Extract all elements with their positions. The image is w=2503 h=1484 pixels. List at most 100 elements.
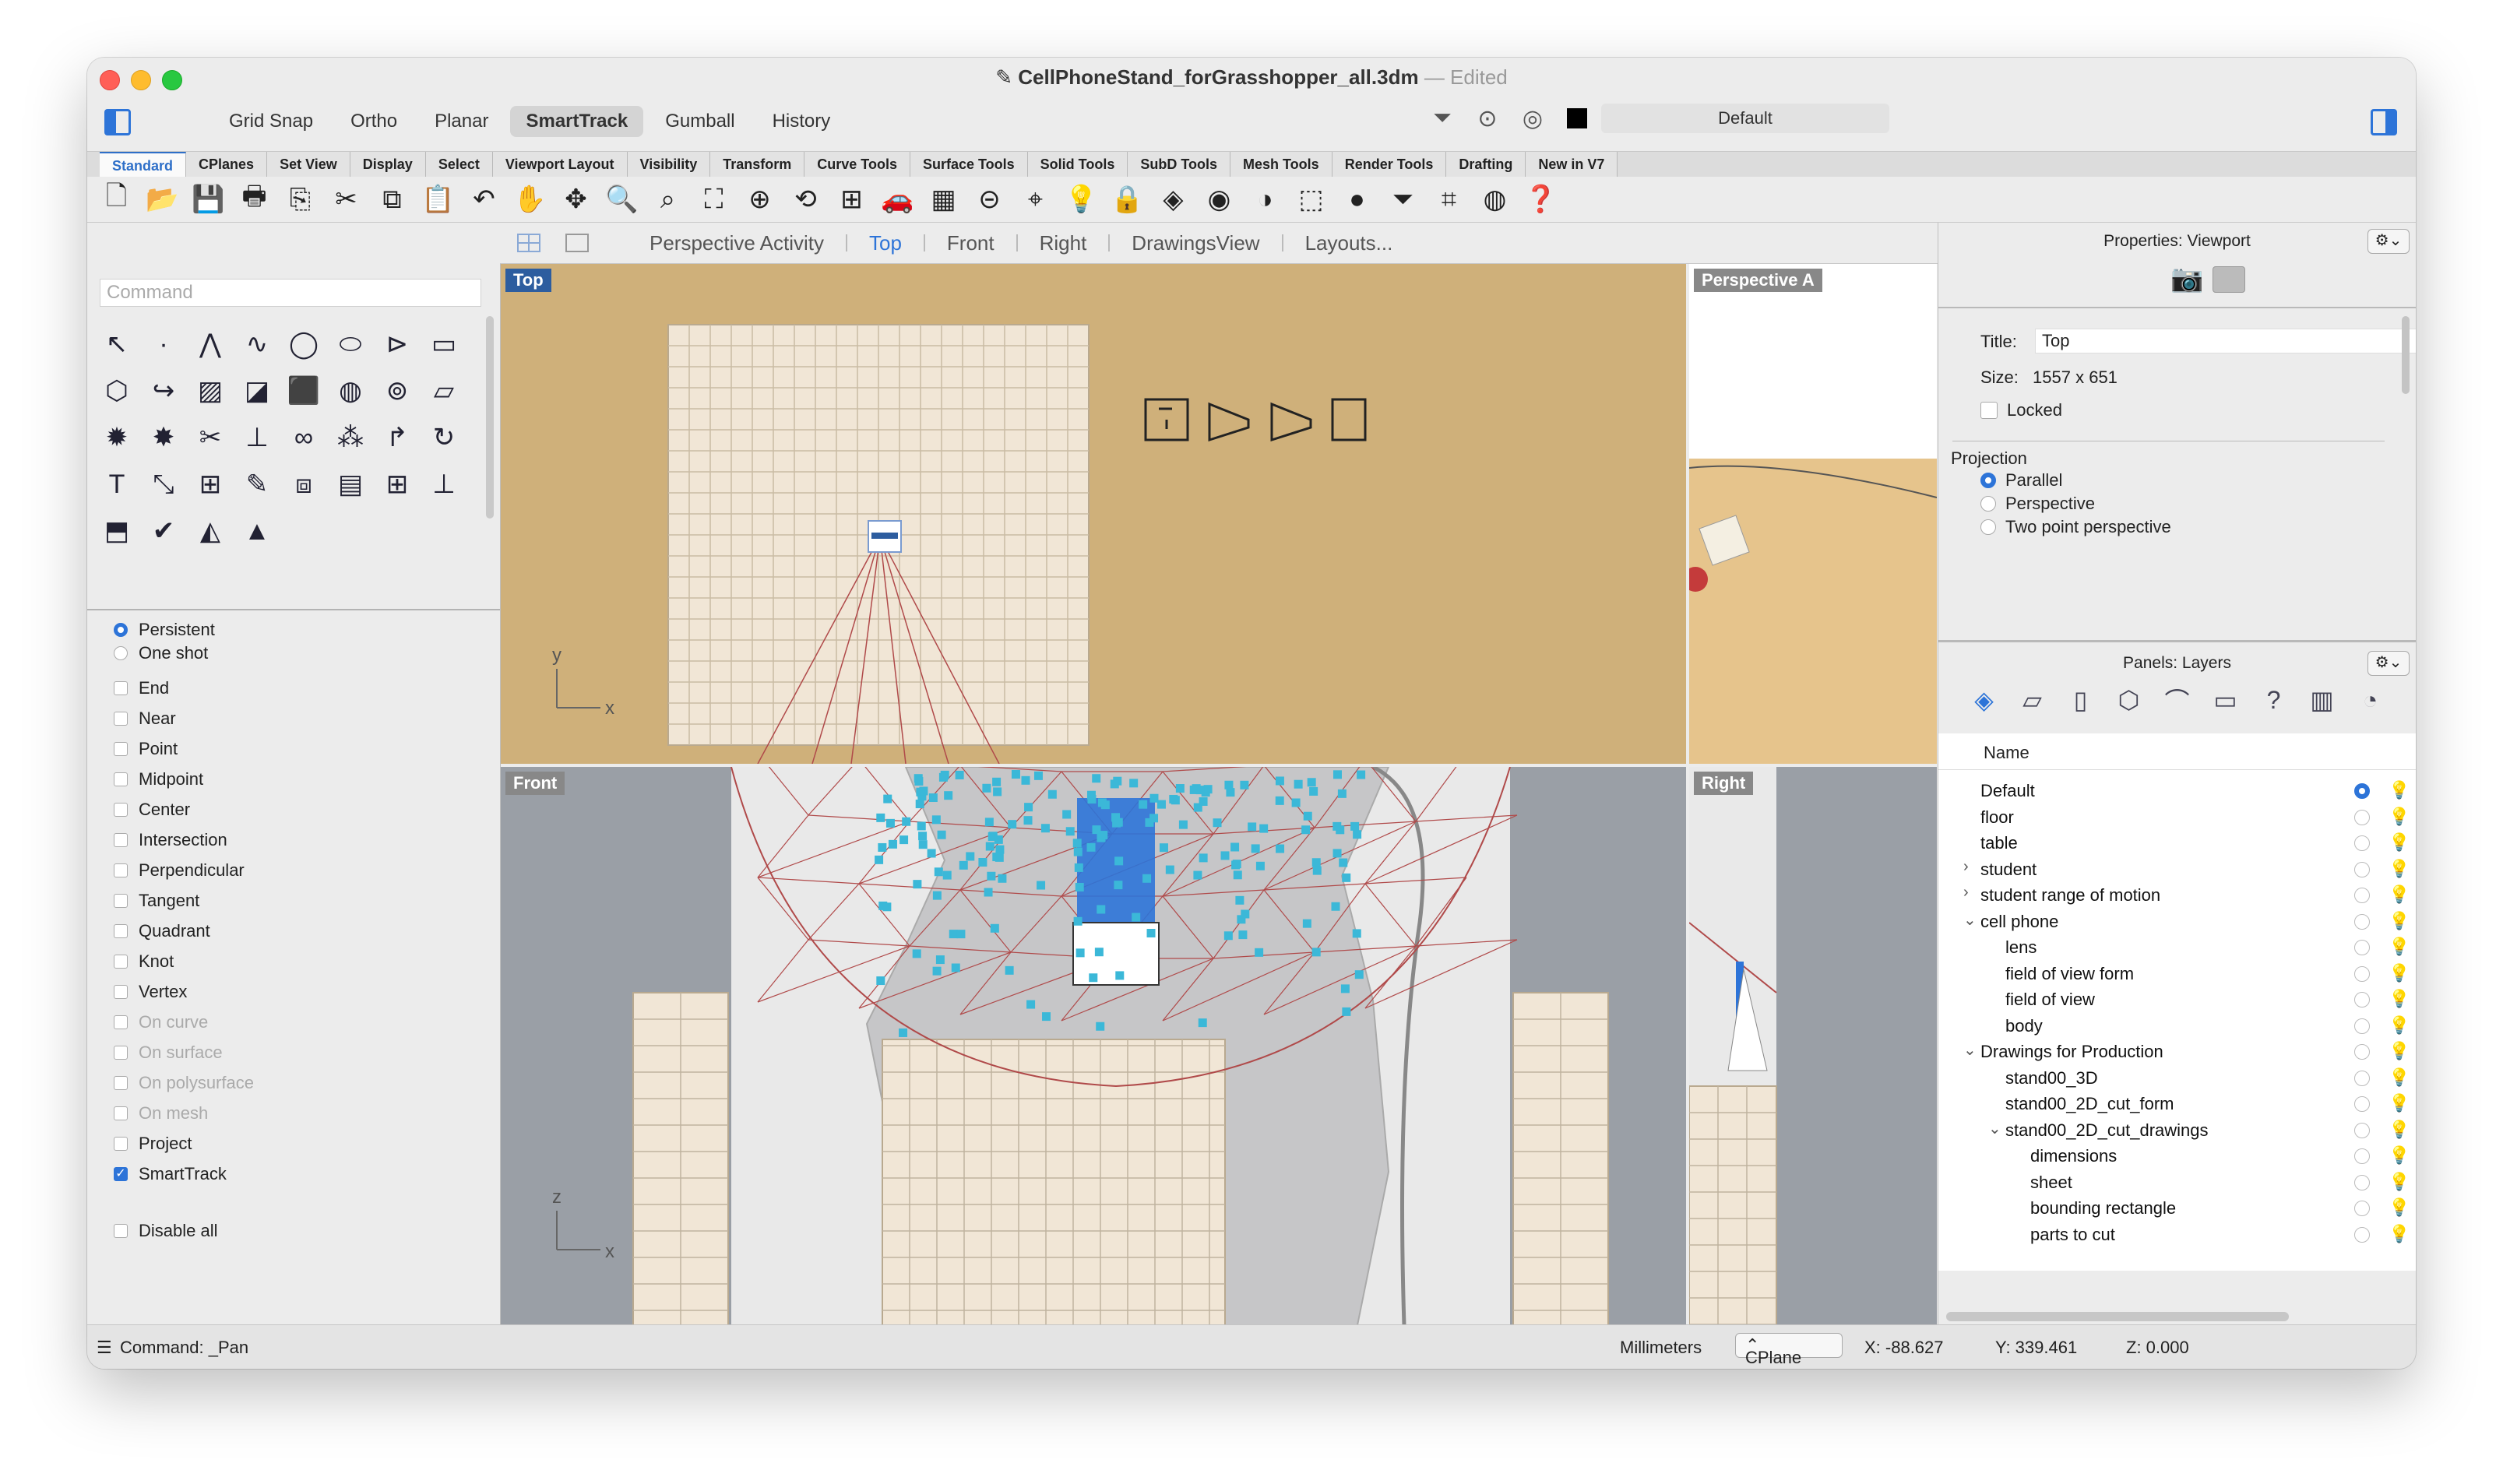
layers-icon[interactable]: ◈	[1966, 682, 2002, 718]
osnap-intersection[interactable]: Intersection	[114, 825, 254, 855]
projection-two-point-perspective[interactable]: Two point perspective	[1980, 515, 2171, 539]
lightbulb-icon[interactable]: 💡	[2389, 1224, 2410, 1244]
light-icon[interactable]: 💡	[1060, 180, 1103, 219]
lightbulb-icon[interactable]: 💡	[2389, 832, 2410, 853]
tab-mesh-tools[interactable]: Mesh Tools	[1230, 152, 1332, 177]
projection-perspective[interactable]: Perspective	[1980, 492, 2171, 515]
edit-icon[interactable]: ✎	[234, 461, 280, 508]
linetype-icon[interactable]: ⌒	[2160, 682, 2195, 718]
osnap-mode-radio[interactable]	[114, 623, 128, 637]
open-icon[interactable]: 📂	[141, 180, 184, 219]
layer-row-stand00-2d-cut-drawings[interactable]: ⌄stand00_2D_cut_drawings💡🔓	[1938, 1117, 2416, 1143]
boolean-icon[interactable]: ◍	[327, 367, 374, 414]
front-viewport[interactable]: x z Front	[501, 767, 1686, 1325]
osnap-knot[interactable]: Knot	[114, 946, 254, 976]
layer-row-parts-to-cut[interactable]: parts to cut💡🔓	[1938, 1221, 2416, 1247]
zoom-selected-icon[interactable]: ⊕	[738, 180, 781, 219]
osnap-mode-persistent[interactable]: Persistent	[114, 618, 254, 642]
tab-transform[interactable]: Transform	[710, 152, 805, 177]
mode-planar[interactable]: Planar	[419, 106, 504, 137]
tab-render-tools[interactable]: Render Tools	[1332, 152, 1447, 177]
lightbulb-icon[interactable]: 💡	[2389, 1145, 2410, 1166]
sidebar-scrollbar[interactable]	[486, 316, 494, 519]
tab-drafting[interactable]: Drafting	[1446, 152, 1526, 177]
title-field[interactable]: Top	[2035, 329, 2416, 353]
top-viewport[interactable]: x y Top	[501, 264, 1686, 764]
layer-name[interactable]: bounding rectangle	[2030, 1198, 2176, 1218]
transform-icon[interactable]: ⌗	[1428, 180, 1470, 219]
command-history-icon[interactable]: ☰	[97, 1338, 112, 1358]
help-icon[interactable]: ❓	[1519, 180, 1562, 219]
fillet-icon[interactable]: ↪	[140, 367, 187, 414]
lightbulb-icon[interactable]: 💡	[2389, 884, 2410, 905]
clipping-icon[interactable]: ⬒	[93, 508, 140, 554]
projection-radio[interactable]	[1980, 473, 1996, 488]
current-layer-color[interactable]	[1567, 108, 1587, 128]
current-layer-radio[interactable]	[2354, 1122, 2370, 1138]
name-column[interactable]: Name	[1984, 743, 2030, 763]
layer-name[interactable]: field of view form	[2005, 964, 2134, 984]
four-viewport-layout-icon[interactable]	[517, 234, 540, 252]
collapse-icon[interactable]: ⌄	[1963, 1040, 1977, 1060]
import-icon[interactable]: ⎘	[279, 180, 322, 219]
expand-icon[interactable]: ›	[1963, 858, 1969, 876]
color-wheel-icon[interactable]: ◉	[1198, 180, 1241, 219]
polyline-icon[interactable]: ⋀	[187, 321, 234, 367]
layer-name[interactable]: body	[2005, 1016, 2043, 1036]
check-icon[interactable]: ✔	[140, 508, 187, 554]
display-icon[interactable]: ▭	[2208, 682, 2244, 718]
tab-viewport-layout[interactable]: Viewport Layout	[492, 152, 628, 177]
collapse-icon[interactable]: ⌄	[1988, 1119, 2001, 1138]
osnap-checkbox[interactable]	[114, 1136, 128, 1151]
current-layer-radio[interactable]	[2354, 1044, 2370, 1060]
osnap-point[interactable]: Point	[114, 733, 254, 764]
array-icon[interactable]: ⊞	[187, 461, 234, 508]
layer-name[interactable]: table	[1980, 833, 2018, 853]
tab-set-view[interactable]: Set View	[267, 152, 350, 177]
osnap-perpendicular[interactable]: Perpendicular	[114, 855, 254, 885]
right-sidebar-toggle-icon[interactable]	[2371, 109, 2397, 135]
text-icon[interactable]: T	[93, 461, 140, 508]
osnap-mode-one-shot[interactable]: One shot	[114, 642, 254, 665]
mode-smarttrack[interactable]: SmartTrack	[510, 106, 644, 137]
layer-name[interactable]: dimensions	[2030, 1146, 2117, 1166]
tab-subd-tools[interactable]: SubD Tools	[1128, 152, 1231, 177]
trim-icon[interactable]: ✂	[187, 414, 234, 461]
analyze-icon[interactable]: ◭	[187, 508, 234, 554]
perspective-viewport[interactable]: Perspective A	[1689, 264, 1937, 764]
viewport-tab-perspective-activity[interactable]: Perspective Activity	[628, 233, 846, 253]
save-icon[interactable]: 💾	[187, 180, 230, 219]
command-input[interactable]: Command	[100, 279, 481, 307]
lightbulb-icon[interactable]: 💡	[2389, 1120, 2410, 1140]
units-label[interactable]: Millimeters	[1620, 1338, 1702, 1358]
layer-name[interactable]: stand00_3D	[2005, 1068, 2098, 1088]
osnap-mode-radio[interactable]	[114, 646, 128, 660]
layer-row-floor[interactable]: floor💡🔓	[1938, 804, 2416, 830]
undo-icon[interactable]: ↶	[463, 180, 505, 219]
mode-history[interactable]: History	[757, 106, 847, 137]
gear-tool-icon[interactable]: ✹	[93, 414, 140, 461]
osnap-checkbox[interactable]	[114, 893, 128, 908]
layer-name[interactable]: Drawings for Production	[1980, 1042, 2163, 1062]
collapse-icon[interactable]: ⌄	[1963, 910, 1977, 930]
current-layer-radio[interactable]	[2354, 1148, 2370, 1164]
left-sidebar-toggle-icon[interactable]	[104, 109, 131, 135]
locked-checkbox[interactable]	[1980, 402, 1998, 419]
lightbulb-icon[interactable]: 💡	[2389, 989, 2410, 1009]
osnap-checkbox[interactable]	[114, 832, 128, 847]
record-history-icon[interactable]: ◎	[1517, 103, 1548, 134]
lightbulb-icon[interactable]: 💡	[2389, 911, 2410, 931]
layer-icon[interactable]: ◈	[1152, 180, 1195, 219]
layer-name[interactable]: Default	[1980, 781, 2035, 801]
osnap-checkbox[interactable]	[114, 863, 128, 877]
arc-icon[interactable]: ⬡	[93, 367, 140, 414]
osnap-checkbox[interactable]	[114, 802, 128, 817]
render-panel-icon[interactable]: ◔	[2353, 682, 2389, 718]
layer-name[interactable]: stand00_2D_cut_form	[2005, 1094, 2174, 1114]
zoom-extents-icon[interactable]: ⛶	[692, 180, 735, 219]
viewport-tab-drawingsview[interactable]: DrawingsView	[1108, 233, 1281, 253]
paste-icon[interactable]: 📋	[417, 180, 459, 219]
group-icon[interactable]: ⁂	[327, 414, 374, 461]
viewport-tab-front[interactable]: Front	[923, 233, 1016, 253]
current-layer-radio[interactable]	[2354, 1070, 2370, 1086]
